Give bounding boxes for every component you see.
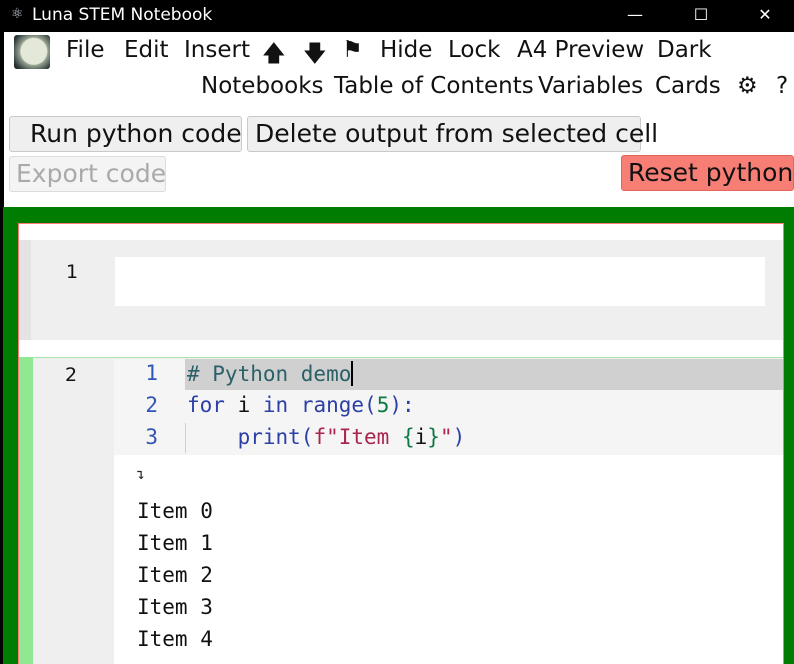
cell-1-number: 1 <box>66 261 79 283</box>
output-lines: Item 0 Item 1 Item 2 Item 3 Item 4 <box>137 495 213 655</box>
cell-2-selected-bar <box>19 357 33 664</box>
code-line-3[interactable]: print(f"Item {i}") <box>187 425 466 449</box>
menu-hide[interactable]: Hide <box>380 37 432 63</box>
collapse-output-icon[interactable]: ↴ <box>136 465 145 483</box>
variable: i <box>224 393 263 417</box>
keyword: for <box>187 393 225 417</box>
moon-logo[interactable] <box>14 35 50 69</box>
menu-insert[interactable]: Insert <box>184 37 250 63</box>
code-editor[interactable]: 1 2 3 # Python demo for i in range(5): p… <box>114 359 783 455</box>
app-header: File Edit Insert 🡅 🡇 ⚑ Hide Lock A4 Prev… <box>4 32 794 207</box>
reset-python-button[interactable]: Reset python <box>621 155 794 191</box>
number: 5 <box>376 393 390 417</box>
export-code-button[interactable]: Export code <box>9 156 166 192</box>
paren: ) <box>452 425 466 449</box>
line-number: 1 <box>145 361 158 385</box>
menu-a4-preview[interactable]: A4 Preview <box>517 37 644 63</box>
menu-table-of-contents[interactable]: Table of Contents <box>334 73 534 99</box>
line-number: 2 <box>145 393 158 417</box>
output-line: Item 0 <box>137 499 213 523</box>
builtin-function: print <box>237 425 301 449</box>
string: " <box>439 425 453 449</box>
paren: ( <box>300 425 314 449</box>
settings-icon[interactable]: ⚙ <box>737 73 758 99</box>
output-line: Item 1 <box>137 531 213 555</box>
menu-file[interactable]: File <box>66 37 105 63</box>
output-line: Item 3 <box>137 595 213 619</box>
move-down-icon[interactable]: 🡇 <box>303 37 327 76</box>
code-line-2[interactable]: for i in range(5): <box>187 393 415 417</box>
code-comment: # Python demo <box>187 362 352 386</box>
line-number: 3 <box>145 425 158 449</box>
atom-icon: ⚛ <box>11 6 24 22</box>
brace: { <box>401 425 415 449</box>
menu-variables[interactable]: Variables <box>538 73 643 99</box>
keyword: in <box>262 393 289 417</box>
output-line: Item 4 <box>137 627 213 651</box>
flag-icon[interactable]: ⚑ <box>342 37 363 63</box>
window-title: Luna STEM Notebook <box>32 5 213 25</box>
menu-lock[interactable]: Lock <box>448 37 500 63</box>
title-bar: ⚛ Luna STEM Notebook — ☐ ✕ <box>0 0 794 32</box>
cell-2-number: 2 <box>65 364 78 386</box>
variable: i <box>414 425 428 449</box>
text-cursor <box>351 361 354 386</box>
cell-2-top-border <box>33 357 783 358</box>
code-line-1[interactable]: # Python demo <box>187 361 354 386</box>
minimize-button[interactable]: — <box>612 2 658 28</box>
cell-1-bar <box>19 240 31 340</box>
brace: } <box>427 425 440 449</box>
output-line: Item 2 <box>137 563 213 587</box>
help-icon[interactable]: ? <box>776 73 788 99</box>
maximize-button[interactable]: ☐ <box>678 2 724 28</box>
menu-bar: File Edit Insert 🡅 🡇 ⚑ Hide Lock A4 Prev… <box>4 32 794 70</box>
cell-output: ↴ Item 0 Item 1 Item 2 Item 3 Item 4 <box>114 455 783 664</box>
menu-notebooks[interactable]: Notebooks <box>201 73 324 99</box>
close-button[interactable]: ✕ <box>742 2 788 28</box>
menu-dark[interactable]: Dark <box>657 37 712 63</box>
delete-output-button[interactable]: Delete output from selected cell <box>247 116 658 152</box>
move-up-icon[interactable]: 🡅 <box>262 37 286 76</box>
string: f"Item <box>313 425 402 449</box>
run-python-button[interactable]: Run python code <box>9 116 242 152</box>
cell-1-editor[interactable] <box>115 257 765 306</box>
paren: ( <box>364 393 377 417</box>
menu-cards[interactable]: Cards <box>655 73 721 99</box>
indent-guide <box>185 423 186 453</box>
menu-edit[interactable]: Edit <box>124 37 169 63</box>
builtin-function: range <box>288 393 365 417</box>
paren: ): <box>389 393 415 417</box>
